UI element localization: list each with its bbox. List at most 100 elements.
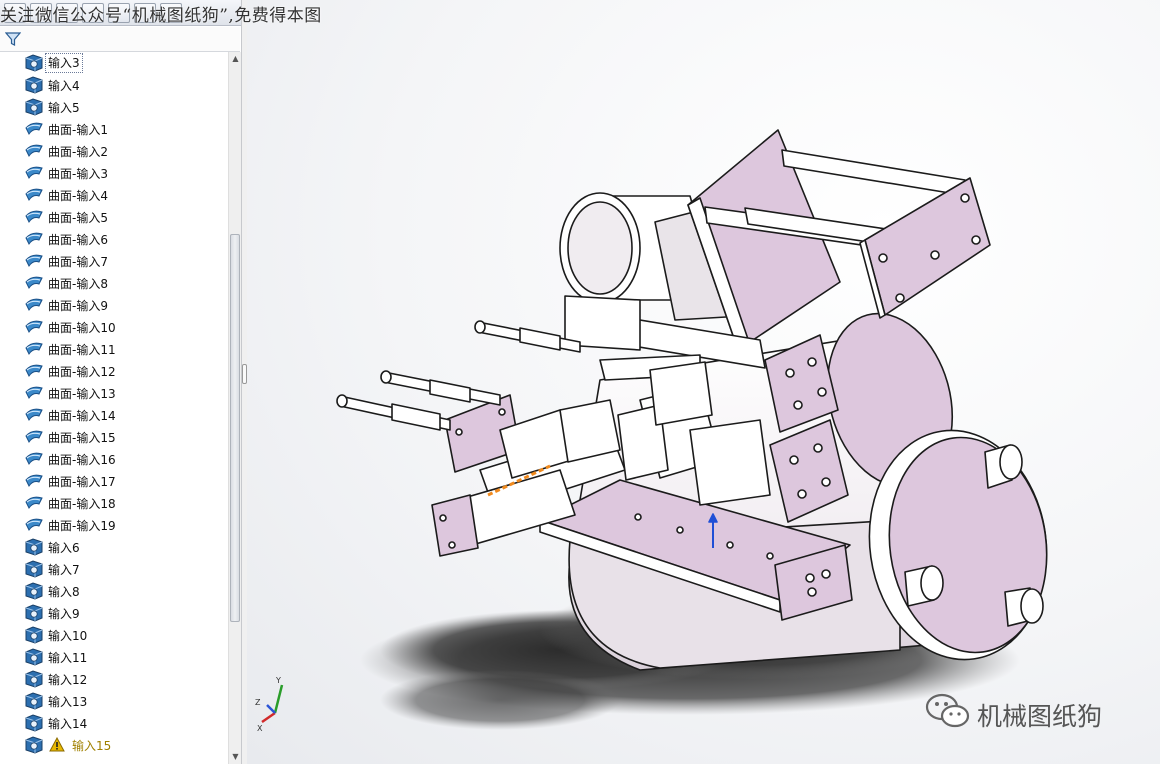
tree-item[interactable]: 曲面-输入9 — [0, 294, 228, 316]
tree-scrollbar[interactable]: ▲ ▼ — [228, 52, 241, 764]
surface-body-icon — [24, 317, 44, 337]
tree-item-label: 曲面-输入15 — [48, 431, 116, 445]
tree-item[interactable]: 曲面-输入4 — [0, 184, 228, 206]
tree-item-label: 输入6 — [48, 541, 80, 555]
tree-item[interactable]: 曲面-输入17 — [0, 470, 228, 492]
watermark: 机械图纸狗 — [925, 692, 1102, 732]
surface-body-icon — [24, 229, 44, 249]
wechat-icon — [925, 693, 970, 728]
tree-item[interactable]: 输入8 — [0, 580, 228, 602]
tree-item[interactable]: 曲面-输入14 — [0, 404, 228, 426]
tree-item-label: 曲面-输入9 — [48, 299, 108, 313]
tree-item[interactable]: 曲面-输入11 — [0, 338, 228, 360]
tree-item[interactable]: 输入14 — [0, 712, 228, 734]
cad-model-view: Y X Z — [255, 129, 1048, 733]
surface-body-icon — [24, 185, 44, 205]
tree-item-label: 曲面-输入11 — [48, 343, 116, 357]
tree-item[interactable]: 曲面-输入12 — [0, 360, 228, 382]
tree-item-label: 输入14 — [48, 717, 88, 731]
solid-body-icon — [24, 603, 44, 623]
tree-item-label: 输入15 — [72, 739, 112, 753]
solid-body-icon — [24, 581, 44, 601]
tree-item[interactable]: 输入7 — [0, 558, 228, 580]
surface-body-icon — [24, 207, 44, 227]
tree-item-label: 曲面-输入2 — [48, 145, 108, 159]
tree-item-label: 输入4 — [48, 79, 80, 93]
solid-body-icon — [24, 97, 44, 117]
surface-body-icon — [24, 493, 44, 513]
feature-tree: 输入3 输入4 输入5 曲面-输入1 曲面-输入2 曲面-输入3 曲面-输入4 曲面-输入5 曲… — [0, 52, 228, 762]
tree-item-label: 输入8 — [48, 585, 80, 599]
end-plate — [864, 177, 991, 316]
tree-item-label: 曲面-输入7 — [48, 255, 108, 269]
tree-item-label: 输入3 — [45, 53, 83, 73]
solid-body-icon — [24, 537, 44, 557]
tree-item[interactable]: 曲面-输入6 — [0, 228, 228, 250]
surface-body-icon — [24, 405, 44, 425]
tree-item-label: 曲面-输入18 — [48, 497, 116, 511]
axis-triad — [261, 684, 284, 724]
tree-item-label: 曲面-输入6 — [48, 233, 108, 247]
scroll-thumb[interactable] — [230, 234, 240, 622]
surface-body-icon — [24, 141, 44, 161]
surface-body-icon — [24, 361, 44, 381]
solid-body-icon — [24, 625, 44, 645]
tree-item-label: 输入9 — [48, 607, 80, 621]
tree-item[interactable]: 曲面-输入2 — [0, 140, 228, 162]
tree-item[interactable]: 输入10 — [0, 624, 228, 646]
graphics-viewport[interactable]: Y X Z 机械图纸狗 — [247, 0, 1160, 764]
tree-item-label: 曲面-输入5 — [48, 211, 108, 225]
tree-item[interactable]: 曲面-输入16 — [0, 448, 228, 470]
tree-item[interactable]: 曲面-输入5 — [0, 206, 228, 228]
tree-item[interactable]: 输入13 — [0, 690, 228, 712]
surface-body-icon — [24, 427, 44, 447]
tree-item[interactable]: 输入3 — [0, 52, 228, 74]
cad-assembly — [336, 129, 1048, 671]
axis-x-label: X — [257, 724, 263, 733]
tree-item[interactable]: 曲面-输入7 — [0, 250, 228, 272]
tree-item[interactable]: 输入11 — [0, 646, 228, 668]
tree-item[interactable]: 输入5 — [0, 96, 228, 118]
tree-item-label: 曲面-输入16 — [48, 453, 116, 467]
surface-body-icon — [24, 163, 44, 183]
tree-item[interactable]: 输入6 — [0, 536, 228, 558]
solid-body-icon — [24, 669, 44, 689]
tree-item-label: 输入7 — [48, 563, 80, 577]
tree-item[interactable]: 输入9 — [0, 602, 228, 624]
tree-item[interactable]: 输入15 — [0, 734, 228, 756]
tree-item[interactable]: 曲面-输入18 — [0, 492, 228, 514]
surface-body-icon — [24, 449, 44, 469]
watermark-text: 机械图纸狗 — [977, 702, 1103, 731]
feature-tree-panel: 输入3 输入4 输入5 曲面-输入1 曲面-输入2 曲面-输入3 曲面-输入4 曲面-输入5 曲… — [0, 0, 243, 764]
tree-item-label: 曲面-输入4 — [48, 189, 108, 203]
filter-icon[interactable] — [5, 31, 21, 47]
motor-block — [689, 419, 771, 506]
tree-item[interactable]: 曲面-输入1 — [0, 118, 228, 140]
tree-item[interactable]: 曲面-输入15 — [0, 426, 228, 448]
solid-body-icon — [24, 53, 44, 73]
tree-item[interactable]: 曲面-输入10 — [0, 316, 228, 338]
surface-body-icon — [24, 119, 44, 139]
tree-item-label: 曲面-输入14 — [48, 409, 116, 423]
tree-item-label: 输入13 — [48, 695, 88, 709]
tree-item[interactable]: 输入4 — [0, 74, 228, 96]
surface-body-icon — [24, 515, 44, 535]
tree-item[interactable]: 曲面-输入19 — [0, 514, 228, 536]
caption-overlay: 关注微信公众号“机械图纸狗”,免费得本图 — [0, 6, 322, 26]
surface-body-icon — [24, 251, 44, 271]
surface-body-icon — [24, 295, 44, 315]
tree-item[interactable]: 曲面-输入13 — [0, 382, 228, 404]
tree-filter-bar[interactable] — [0, 27, 240, 52]
tree-item[interactable]: 输入12 — [0, 668, 228, 690]
axis-z-label: Z — [255, 698, 261, 707]
tree-item-label: 曲面-输入13 — [48, 387, 116, 401]
surface-body-icon — [24, 339, 44, 359]
tree-item-label: 输入11 — [48, 651, 88, 665]
tree-item[interactable]: 曲面-输入3 — [0, 162, 228, 184]
solid-body-icon — [24, 647, 44, 667]
surface-body-icon — [24, 273, 44, 293]
tree-item-label: 输入12 — [48, 673, 88, 687]
tree-item[interactable]: 曲面-输入8 — [0, 272, 228, 294]
tree-item-label: 输入5 — [48, 101, 80, 115]
tree-item-label: 输入10 — [48, 629, 88, 643]
